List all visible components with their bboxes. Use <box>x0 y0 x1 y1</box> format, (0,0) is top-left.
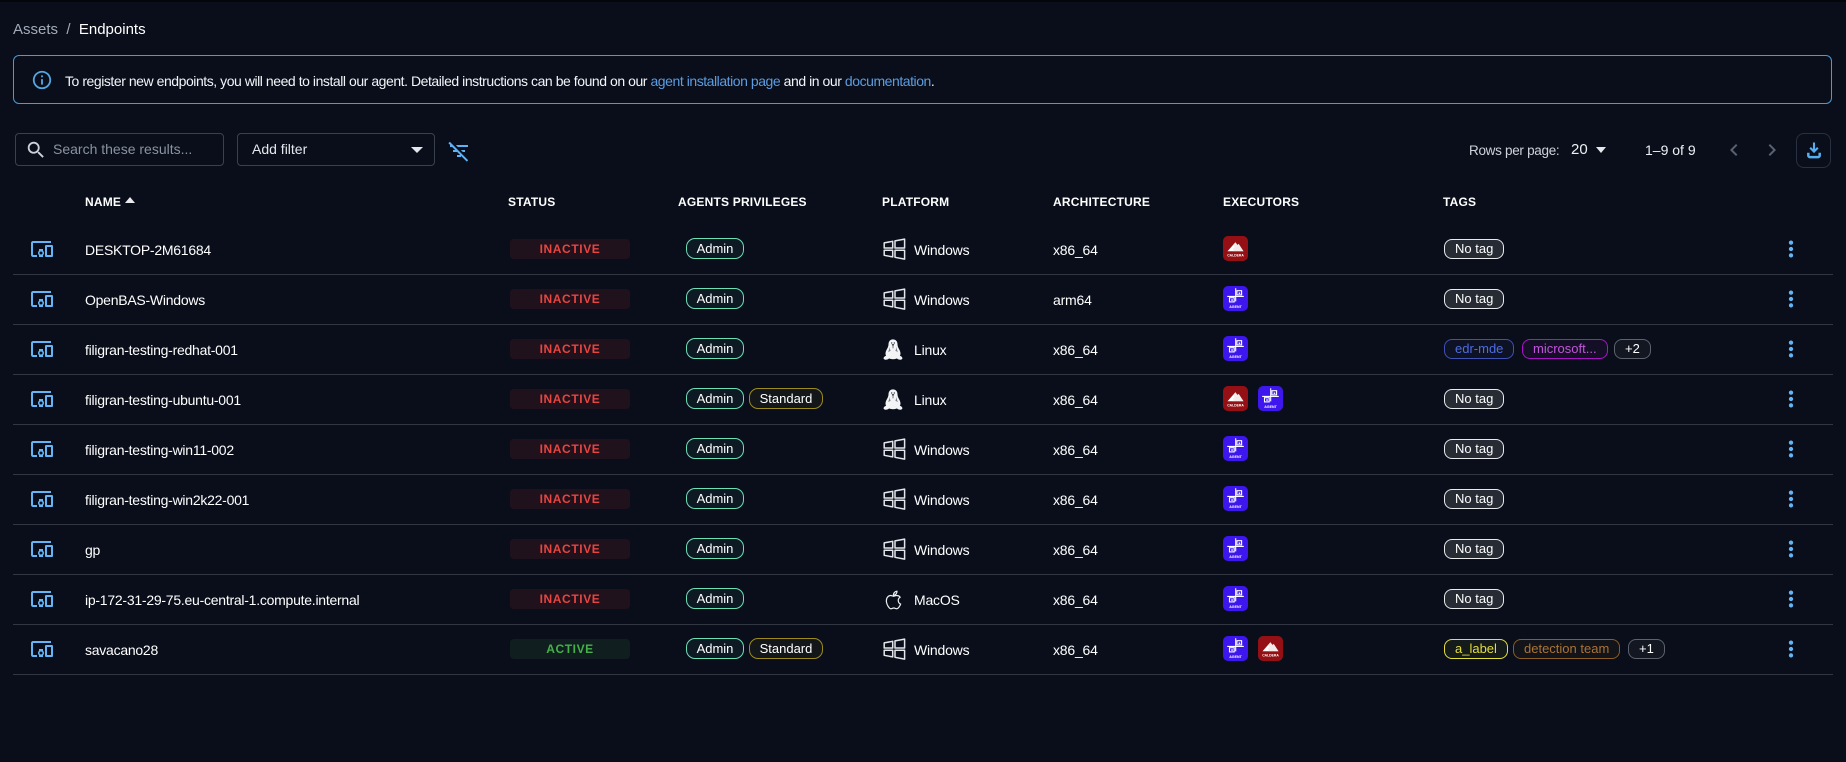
svg-text:AGENT: AGENT <box>1229 605 1242 609</box>
svg-text:AGENT: AGENT <box>1229 555 1242 559</box>
svg-text:AGENT: AGENT <box>1229 305 1242 309</box>
svg-text:AGENT: AGENT <box>1229 455 1242 459</box>
svg-text:CALDERA: CALDERA <box>1227 404 1244 408</box>
svg-text:CALDERA: CALDERA <box>1262 654 1279 658</box>
svg-text:AGENT: AGENT <box>1264 405 1277 409</box>
svg-text:AGENT: AGENT <box>1229 505 1242 509</box>
svg-text:AGENT: AGENT <box>1229 355 1242 359</box>
svg-text:CALDERA: CALDERA <box>1227 254 1244 258</box>
svg-text:AGENT: AGENT <box>1229 655 1242 659</box>
